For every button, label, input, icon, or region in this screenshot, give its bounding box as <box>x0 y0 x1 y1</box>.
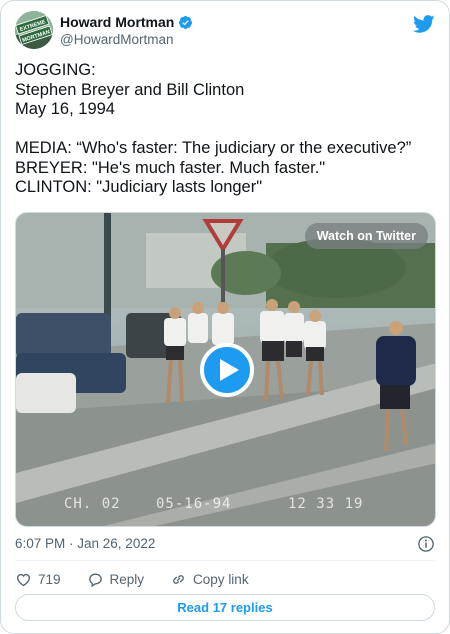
reply-label: Reply <box>109 571 145 587</box>
tweet-line: May 16, 1994 <box>15 100 115 118</box>
tweet-line-gap <box>15 120 435 140</box>
heart-icon <box>17 573 30 586</box>
play-icon <box>220 359 239 381</box>
play-button[interactable] <box>200 343 254 397</box>
tweet-card: EXTREME MORTMAN Howard Mortman @HowardMo… <box>0 0 450 634</box>
twitter-bird-icon[interactable] <box>413 13 435 35</box>
vhs-channel-overlay: CH. 02 <box>64 496 121 512</box>
video-player[interactable]: Watch on Twitter CH. 02 05-16-94 12 33 1… <box>15 212 436 527</box>
watch-on-twitter-button[interactable]: Watch on Twitter <box>304 223 428 249</box>
display-name[interactable]: Howard Mortman <box>60 14 174 30</box>
tweet-line: MEDIA: “Who's faster: The judiciary or t… <box>15 139 412 157</box>
verified-badge-icon <box>179 15 193 29</box>
copy-link-button[interactable]: Copy link <box>170 571 249 588</box>
tweet-header: EXTREME MORTMAN Howard Mortman @HowardMo… <box>15 11 435 51</box>
link-icon <box>173 574 184 584</box>
tweet-line: BREYER: "He's much faster. Much faster." <box>15 158 326 177</box>
user-handle[interactable]: @HowardMortman <box>60 32 173 47</box>
tweet-text: JOGGING: Stephen Breyer and Bill Clinton… <box>15 61 435 198</box>
tweet-line: Stephen Breyer and Bill Clinton <box>15 80 245 99</box>
action-bar: 719 Reply Copy link <box>15 569 275 589</box>
read-replies-button[interactable]: Read 17 replies <box>15 594 435 621</box>
like-count: 719 <box>38 571 61 587</box>
tweet-line: JOGGING: <box>15 61 96 79</box>
reply-bubble-icon <box>88 573 102 587</box>
vhs-date-overlay: 05-16-94 <box>156 496 232 512</box>
tweet-timestamp[interactable]: 6:07 PM · Jan 26, 2022 <box>15 536 155 551</box>
tweet-line: CLINTON: "Judiciary lasts longer" <box>15 178 263 196</box>
divider <box>15 560 435 561</box>
info-icon[interactable] <box>417 535 435 553</box>
like-button[interactable]: 719 <box>15 571 61 588</box>
avatar-image: EXTREME MORTMAN <box>15 11 53 49</box>
avatar[interactable]: EXTREME MORTMAN <box>15 11 53 49</box>
name-row: Howard Mortman <box>60 14 193 30</box>
copy-link-label: Copy link <box>193 571 249 587</box>
vhs-time-overlay: 12 33 19 <box>288 496 364 512</box>
reply-button[interactable]: Reply <box>87 571 145 588</box>
